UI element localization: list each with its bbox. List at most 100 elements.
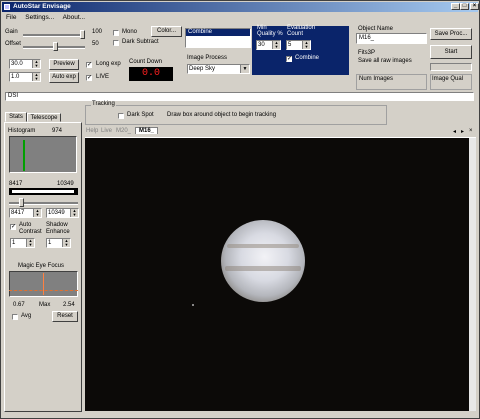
save-raw-label: Save all raw images <box>358 58 412 64</box>
range-min-spinner[interactable]: 8417 ▲ ▼ <box>9 208 42 218</box>
gain-label: Gain <box>5 29 18 35</box>
close-icon[interactable]: × <box>470 3 479 10</box>
dsi-status-bar: DSI <box>5 92 474 101</box>
count-spin-arrows[interactable]: ▲ ▼ <box>32 73 40 81</box>
color-button[interactable]: Color... <box>151 26 182 37</box>
combine-checkbox[interactable]: ✓ <box>286 56 292 62</box>
image-tab-strip: Help Live M20_ M16_ ◂ ▸ × <box>85 127 476 138</box>
range-max-spin-arrows[interactable]: ▲ ▼ <box>70 209 78 217</box>
moon-dot <box>192 304 194 306</box>
minimize-icon[interactable]: _ <box>451 3 460 10</box>
auto-contrast-spin-arrows[interactable]: ▲ ▼ <box>26 239 34 247</box>
num-images-label: Num Images <box>359 76 394 82</box>
focus-dashed-line <box>9 290 78 291</box>
range-bar-fill <box>12 190 74 193</box>
histogram-label: Histogram <box>8 128 36 134</box>
exposure-value: 30.0 <box>11 61 23 67</box>
magic-eye-display <box>9 271 78 297</box>
gain-slider-track[interactable] <box>23 34 85 37</box>
shadow-enhance-value: 1 <box>48 240 52 246</box>
object-name-input[interactable]: M16_ <box>356 33 427 44</box>
avg-checkbox[interactable] <box>12 314 18 320</box>
quality-spinner[interactable]: 30 ▲ ▼ <box>256 40 281 50</box>
tab-telescope[interactable]: Telescope <box>27 113 61 122</box>
image-process-label: Image Process <box>187 55 228 61</box>
image-scrollbar[interactable] <box>469 138 476 411</box>
tab-help[interactable]: Help <box>86 128 98 134</box>
dark-spot-checkbox[interactable] <box>118 113 124 119</box>
live-label: LIVE <box>96 74 110 80</box>
chevron-down-icon[interactable]: ▼ <box>240 65 249 73</box>
live-checkbox[interactable]: ✓ <box>86 75 92 81</box>
app-icon <box>4 4 10 10</box>
maximize-icon[interactable]: □ <box>460 3 469 10</box>
menu-file[interactable]: File <box>6 14 16 21</box>
range-max-input: 10349 <box>48 210 65 216</box>
offset-slider-thumb[interactable] <box>53 42 58 51</box>
mono-checkbox[interactable] <box>113 30 119 36</box>
combine-list-selected[interactable]: Combine <box>186 29 250 36</box>
tab-close-icon[interactable]: × <box>469 128 473 134</box>
num-images-box: Num Images <box>356 74 427 90</box>
range-max-spinner[interactable]: 10349 ▲ ▼ <box>46 208 79 218</box>
range-min-spin-arrows[interactable]: ▲ ▼ <box>33 209 41 217</box>
tab-stats[interactable]: Stats <box>5 112 27 122</box>
app-window: AutoStar Envisage _ □ × File Settings...… <box>0 0 480 419</box>
offset-label: Offset <box>5 41 21 47</box>
avg-label: Avg <box>21 313 32 319</box>
save-proc-button[interactable]: Save Proc... <box>430 28 472 40</box>
start-button[interactable]: Start <box>430 45 472 59</box>
exposure-spin-arrows[interactable]: ▲ ▼ <box>32 60 40 68</box>
object-name-label: Object Name <box>358 26 394 32</box>
dark-subtract-checkbox[interactable] <box>113 40 119 46</box>
dark-subtract-label: Dark Subtract <box>122 39 159 45</box>
evaluation-value: 5 <box>288 42 292 48</box>
image-qual-label: Image Qual <box>432 76 464 82</box>
histogram-value: 974 <box>52 128 63 134</box>
quality-spin-arrows[interactable]: ▲ ▼ <box>272 41 280 49</box>
auto-contrast-spinner[interactable]: 1 ▲ ▼ <box>10 238 35 248</box>
auto-contrast-checkbox[interactable]: ✓ <box>10 224 16 230</box>
reset-button[interactable]: Reset <box>52 311 78 322</box>
title-bar: AutoStar Envisage _ □ × <box>2 2 479 12</box>
image-process-value: Deep Sky <box>189 66 216 72</box>
focus-min-value: 0.67 <box>13 302 25 308</box>
count-down-display: 0.0 <box>129 67 173 81</box>
focus-indicator <box>43 273 44 295</box>
tab-scroll-right-icon[interactable]: ▸ <box>461 128 464 135</box>
tab-m20[interactable]: M20_ <box>116 128 131 134</box>
shadow-enhance-spinner[interactable]: 1 ▲ ▼ <box>46 238 71 248</box>
magic-eye-label: Magic Eye Focus <box>18 263 65 269</box>
tab-scroll-left-icon[interactable]: ◂ <box>453 128 456 135</box>
shadow-enhance-spin-arrows[interactable]: ▲ ▼ <box>62 239 70 247</box>
focus-max-value: 2.54 <box>63 302 75 308</box>
tracking-hint: Draw box around object to begin tracking <box>167 112 277 118</box>
evaluation-spinner[interactable]: 5 ▲ ▼ <box>286 40 311 50</box>
planet-band-2 <box>225 266 301 271</box>
evaluation-count-label: Count <box>287 31 304 37</box>
image-viewport[interactable] <box>85 138 469 411</box>
offset-value: 50 <box>92 41 99 47</box>
combine-list[interactable]: Combine <box>185 28 251 48</box>
tracking-label: Tracking <box>91 101 116 107</box>
evaluation-panel: Min Quality % Evaluation Count 30 ▲ ▼ 5 ▲… <box>252 25 349 75</box>
image-process-select[interactable]: Deep Sky ▼ <box>187 64 250 74</box>
evaluation-spin-arrows[interactable]: ▲ ▼ <box>302 41 310 49</box>
auto-contrast-value: 1 <box>12 240 16 246</box>
count-spinner[interactable]: 1.0 ▲ ▼ <box>9 72 41 82</box>
menu-about[interactable]: About... <box>63 14 85 21</box>
planet-image <box>221 220 305 302</box>
menu-settings[interactable]: Settings... <box>25 14 54 21</box>
long-exp-checkbox[interactable]: ✓ <box>86 62 92 68</box>
tab-live[interactable]: Live <box>101 128 112 134</box>
quality-label: Quality % <box>257 31 283 37</box>
image-qual-box: Image Qual <box>430 74 472 90</box>
tab-m16[interactable]: M16_ <box>135 127 159 134</box>
planet-band-1 <box>227 244 299 248</box>
range-slider-thumb[interactable] <box>19 198 24 207</box>
preview-button[interactable]: Preview <box>49 59 79 70</box>
exposure-spinner[interactable]: 30.0 ▲ ▼ <box>9 59 41 69</box>
long-exp-label: Long exp <box>96 61 121 67</box>
auto-exp-button[interactable]: Auto exp <box>49 72 79 83</box>
gain-slider-thumb[interactable] <box>80 30 85 39</box>
